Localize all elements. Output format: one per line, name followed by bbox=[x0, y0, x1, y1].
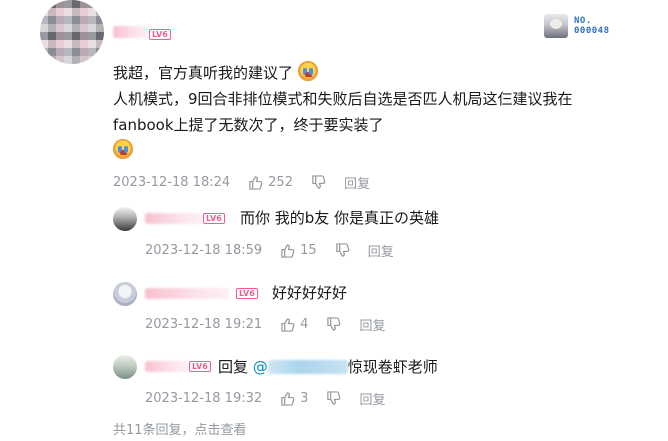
comment-date: 2023-12-18 18:24 bbox=[113, 175, 231, 190]
like-button[interactable]: 15 bbox=[280, 243, 317, 258]
reply-text: 好好好好好 bbox=[272, 284, 348, 302]
like-button[interactable]: 4 bbox=[280, 317, 308, 332]
reply-date: 2023-12-18 19:32 bbox=[145, 391, 263, 406]
thumbs-down-icon bbox=[327, 317, 341, 331]
mention-name-blurred bbox=[267, 360, 348, 374]
reply-username-blurred[interactable] bbox=[145, 213, 203, 224]
dislike-button[interactable] bbox=[326, 391, 341, 406]
thumbs-down-icon bbox=[335, 243, 350, 257]
reply-meta: 2023-12-18 18:59 15 回复 bbox=[145, 241, 394, 260]
reply-text: 而你 我的b友 你是真正の英雄 bbox=[240, 209, 440, 227]
reply-count-text: 共11条回复， bbox=[113, 423, 195, 438]
thumbs-up-icon bbox=[281, 392, 295, 406]
reply-text: 回复 @ 惊现卷虾老师 bbox=[218, 357, 438, 377]
comment-line-2: 人机模式，9回合非排位模式和失败后自选是否匹人机局这仨建议我在 bbox=[113, 90, 573, 108]
thumbs-up-icon bbox=[281, 244, 295, 258]
reply-date: 2023-12-18 18:59 bbox=[145, 243, 263, 258]
thumbs-down-icon bbox=[327, 391, 341, 405]
reply-date: 2023-12-18 19:21 bbox=[145, 317, 263, 332]
reply-username-blurred[interactable] bbox=[145, 361, 189, 372]
dislike-button[interactable] bbox=[311, 175, 326, 190]
reply-suffix: 惊现卷虾老师 bbox=[347, 358, 438, 376]
reply-level-badge: LV6 bbox=[236, 288, 258, 299]
thumbs-up-icon bbox=[249, 176, 263, 190]
reply-button[interactable]: 回复 bbox=[359, 315, 385, 334]
like-count: 252 bbox=[268, 175, 293, 190]
reply-button[interactable]: 回复 bbox=[368, 241, 394, 260]
thumbs-up-icon bbox=[281, 318, 295, 332]
comment-thread: LV6 NO. 000048 我超，官方真听我的建议了 人机模式，9回合非排位模… bbox=[0, 0, 668, 441]
fan-badge-number: NO. 000048 bbox=[574, 16, 610, 36]
reply-avatar[interactable] bbox=[113, 207, 137, 231]
reply-avatar[interactable] bbox=[113, 282, 137, 306]
like-count: 3 bbox=[300, 391, 309, 406]
thumbs-down-icon bbox=[312, 175, 326, 189]
fan-badge[interactable]: NO. 000048 bbox=[544, 14, 610, 38]
reply-avatar[interactable] bbox=[113, 355, 137, 379]
dislike-button[interactable] bbox=[326, 317, 341, 332]
view-all-link[interactable]: 点击查看 bbox=[195, 423, 247, 438]
user-avatar[interactable] bbox=[40, 0, 104, 64]
reply-meta: 2023-12-18 19:21 4 回复 bbox=[145, 315, 385, 334]
comment-line-3: fanbook上提了无数次了，终于要实装了 bbox=[113, 116, 384, 134]
reply-level-badge: LV6 bbox=[203, 213, 225, 224]
reply-prefix: 回复 bbox=[218, 358, 253, 376]
comment-body: 我超，官方真听我的建议了 人机模式，9回合非排位模式和失败后自选是否匹人机局这仨… bbox=[113, 60, 573, 164]
like-count: 15 bbox=[300, 243, 317, 258]
reply-button[interactable]: 回复 bbox=[344, 173, 370, 192]
dislike-button[interactable] bbox=[335, 243, 350, 258]
crying-emoji-icon bbox=[113, 139, 133, 159]
reply-meta: 2023-12-18 19:32 3 回复 bbox=[145, 389, 385, 408]
comment-meta: 2023-12-18 18:24 252 回复 bbox=[113, 173, 370, 192]
reply-button[interactable]: 回复 bbox=[359, 389, 385, 408]
like-button[interactable]: 3 bbox=[280, 391, 308, 406]
username-blurred[interactable] bbox=[113, 26, 149, 38]
like-count: 4 bbox=[300, 317, 309, 332]
fan-badge-avatar bbox=[544, 14, 568, 38]
crying-emoji-icon bbox=[297, 61, 318, 81]
mention-link[interactable]: @ bbox=[253, 358, 348, 376]
like-button[interactable]: 252 bbox=[248, 175, 293, 190]
view-more-replies: 共11条回复，点击查看 bbox=[113, 419, 247, 438]
level-badge: LV6 bbox=[149, 29, 171, 40]
comment-line-1: 我超，官方真听我的建议了 bbox=[113, 64, 294, 82]
reply-username-blurred[interactable] bbox=[145, 288, 229, 299]
reply-level-badge: LV6 bbox=[189, 361, 211, 372]
